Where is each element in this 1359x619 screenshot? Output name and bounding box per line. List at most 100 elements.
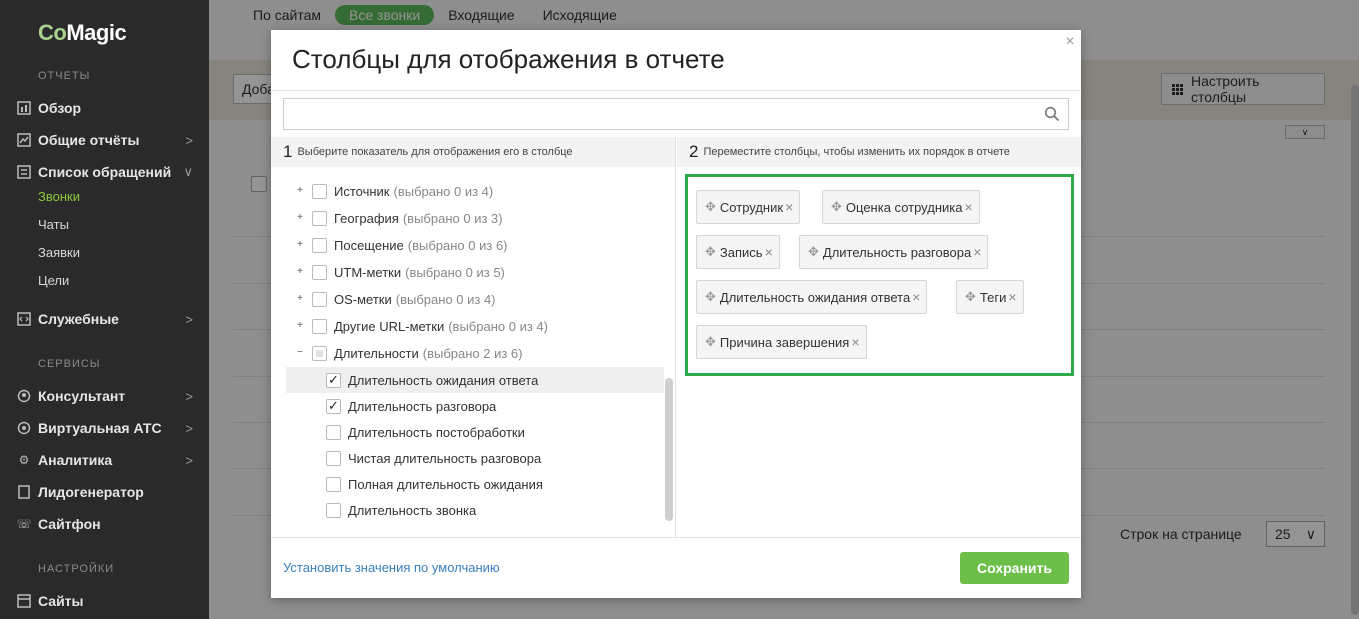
sidebar-item-virtual-pbx[interactable]: Виртуальная АТС > — [16, 416, 193, 440]
sidebar-item-label: Список обращений — [38, 164, 172, 180]
section-title-settings: НАСТРОЙКИ — [38, 563, 115, 575]
tree-item[interactable]: Длительность постобработки — [286, 419, 664, 445]
right-column-header: 2 Переместите столбцы, чтобы изменить их… — [677, 137, 1081, 167]
tree-group[interactable]: + Посещение (выбрано 0 из 6) — [286, 232, 664, 258]
tree-item[interactable]: Полная длительность ожидания — [286, 471, 664, 497]
sidebar-item-sitephone[interactable]: ☏ Сайтфон — [16, 512, 193, 536]
checkbox[interactable] — [312, 237, 327, 253]
checkbox[interactable] — [312, 318, 327, 334]
column-chip[interactable]: ✥ Теги × — [956, 280, 1024, 314]
phone-icon: ☏ — [16, 517, 32, 531]
search-field — [283, 98, 1069, 130]
tree-item-label: Полная длительность ожидания — [348, 476, 543, 492]
tree-group[interactable]: + География (выбрано 0 из 3) — [286, 205, 664, 231]
drag-handle-icon[interactable]: ✥ — [965, 289, 976, 305]
sidebar-subitem-calls[interactable]: Звонки — [38, 189, 80, 204]
tree-item[interactable]: ✓ Длительность ожидания ответа — [286, 367, 664, 393]
expand-icon[interactable]: + — [296, 240, 304, 250]
tree-group[interactable]: + Источник (выбрано 0 из 4) — [286, 178, 664, 204]
tree-item-label: Посещение — [334, 237, 404, 253]
expand-icon[interactable]: + — [296, 186, 304, 196]
column-chip[interactable]: ✥ Длительность разговора × — [799, 235, 989, 269]
sidebar-item-label: Служебные — [38, 311, 119, 327]
tree-scrollbar[interactable] — [665, 378, 673, 521]
expand-icon[interactable]: + — [296, 294, 304, 304]
save-button[interactable]: Сохранить — [960, 552, 1069, 584]
search-icon[interactable] — [1044, 106, 1060, 122]
checkbox[interactable]: ✓ — [326, 398, 341, 414]
tree-item[interactable]: Чистая длительность разговора — [286, 445, 664, 471]
close-icon[interactable]: × — [1063, 33, 1077, 51]
code-icon — [16, 311, 32, 327]
tree-item-count: (выбрано 0 из 4) — [395, 291, 496, 307]
sidebar-item-service[interactable]: Служебные > — [16, 307, 193, 331]
checkbox[interactable] — [312, 291, 327, 307]
checkbox[interactable] — [312, 210, 327, 226]
column-divider — [675, 137, 676, 537]
drag-handle-icon[interactable]: ✥ — [705, 334, 716, 350]
tree-group[interactable]: + OS-метки (выбрано 0 из 4) — [286, 286, 664, 312]
drag-handle-icon[interactable]: ✥ — [705, 199, 716, 215]
drag-handle-icon[interactable]: ✥ — [705, 289, 716, 305]
reset-defaults-link[interactable]: Установить значения по умолчанию — [283, 560, 500, 575]
remove-icon[interactable]: × — [785, 199, 793, 215]
remove-icon[interactable]: × — [1008, 289, 1016, 305]
checkbox[interactable]: ✓ — [326, 372, 341, 388]
sidebar-subitem-chats[interactable]: Чаты — [38, 217, 69, 232]
sidebar-item-leadgen[interactable]: Лидогенератор — [16, 480, 193, 504]
checkbox[interactable] — [312, 183, 327, 199]
checkbox[interactable] — [312, 345, 327, 361]
sidebar-item-consultant[interactable]: Консультант > — [16, 384, 193, 408]
expand-icon[interactable]: + — [296, 213, 304, 223]
checkbox[interactable] — [312, 264, 327, 280]
remove-icon[interactable]: × — [964, 199, 972, 215]
tree-item[interactable]: Длительность звонка — [286, 497, 664, 523]
collapse-icon[interactable]: − — [296, 348, 304, 358]
tree-item-label: Длительность постобработки — [348, 424, 525, 440]
sidebar-subitem-goals[interactable]: Цели — [38, 273, 69, 288]
checkbox[interactable] — [326, 450, 341, 466]
remove-icon[interactable]: × — [973, 244, 981, 260]
remove-icon[interactable]: × — [851, 334, 859, 350]
column-chip-label: Оценка сотрудника — [845, 199, 963, 215]
column-chip-label: Причина завершения — [719, 334, 850, 350]
drag-handle-icon[interactable]: ✥ — [705, 244, 716, 260]
step-number: 1 — [283, 142, 293, 161]
remove-icon[interactable]: × — [765, 244, 773, 260]
tree-group[interactable]: + Другие URL-метки (выбрано 0 из 4) — [286, 313, 664, 339]
column-chip[interactable]: ✥ Длительность ожидания ответа × — [696, 280, 928, 314]
sidebar-item-general-reports[interactable]: Общие отчёты > — [16, 128, 193, 152]
tree-item[interactable]: ✓ Длительность разговора — [286, 393, 664, 419]
tree-group[interactable]: − Длительности (выбрано 2 из 6) — [286, 340, 664, 366]
column-chip[interactable]: ✥ Запись × — [696, 235, 780, 269]
chevron-down-icon: ∨ — [183, 164, 193, 179]
sidebar-item-label: Сайты — [38, 593, 84, 609]
column-chip[interactable]: ✥ Причина завершения × — [696, 325, 867, 359]
sidebar-item-analytics[interactable]: ⚙ Аналитика > — [16, 448, 193, 472]
sidebar-item-overview[interactable]: Обзор — [16, 96, 193, 120]
sidebar-item-sites[interactable]: Сайты — [16, 589, 193, 613]
gear-icon: ⚙ — [18, 453, 30, 467]
checkbox[interactable] — [326, 424, 341, 440]
drag-handle-icon[interactable]: ✥ — [831, 199, 842, 215]
selected-columns-area[interactable]: ✥ Сотрудник × ✥ Оценка сотрудника × ✥ Запись × ✥ Д… — [685, 174, 1074, 376]
sidebar-item-requests-list[interactable]: Список обращений ∨ — [16, 160, 193, 184]
drag-handle-icon[interactable]: ✥ — [808, 244, 819, 260]
column-chip-label: Длительность ожидания ответа — [719, 289, 911, 305]
comagic-logo[interactable]: CoMagic — [38, 20, 127, 46]
expand-icon[interactable]: + — [296, 321, 304, 331]
tree-group[interactable]: + UTM-метки (выбрано 0 из 5) — [286, 259, 664, 285]
step-text: Выберите показатель для отображения его … — [297, 146, 573, 158]
tree-item-count: (выбрано 0 из 3) — [402, 210, 503, 226]
checkbox[interactable] — [326, 502, 341, 518]
tree-item-label: OS-метки — [334, 291, 392, 307]
checkbox[interactable] — [326, 476, 341, 492]
search-input[interactable] — [284, 99, 1024, 129]
column-chip[interactable]: ✥ Оценка сотрудника × — [822, 190, 980, 224]
remove-icon[interactable]: × — [912, 289, 920, 305]
sidebar-subitem-leads[interactable]: Заявки — [38, 245, 80, 260]
sidebar-item-label: Виртуальная АТС — [38, 420, 162, 436]
tree-item-label: Длительности — [334, 345, 419, 361]
column-chip[interactable]: ✥ Сотрудник × — [696, 190, 801, 224]
expand-icon[interactable]: + — [296, 267, 304, 277]
